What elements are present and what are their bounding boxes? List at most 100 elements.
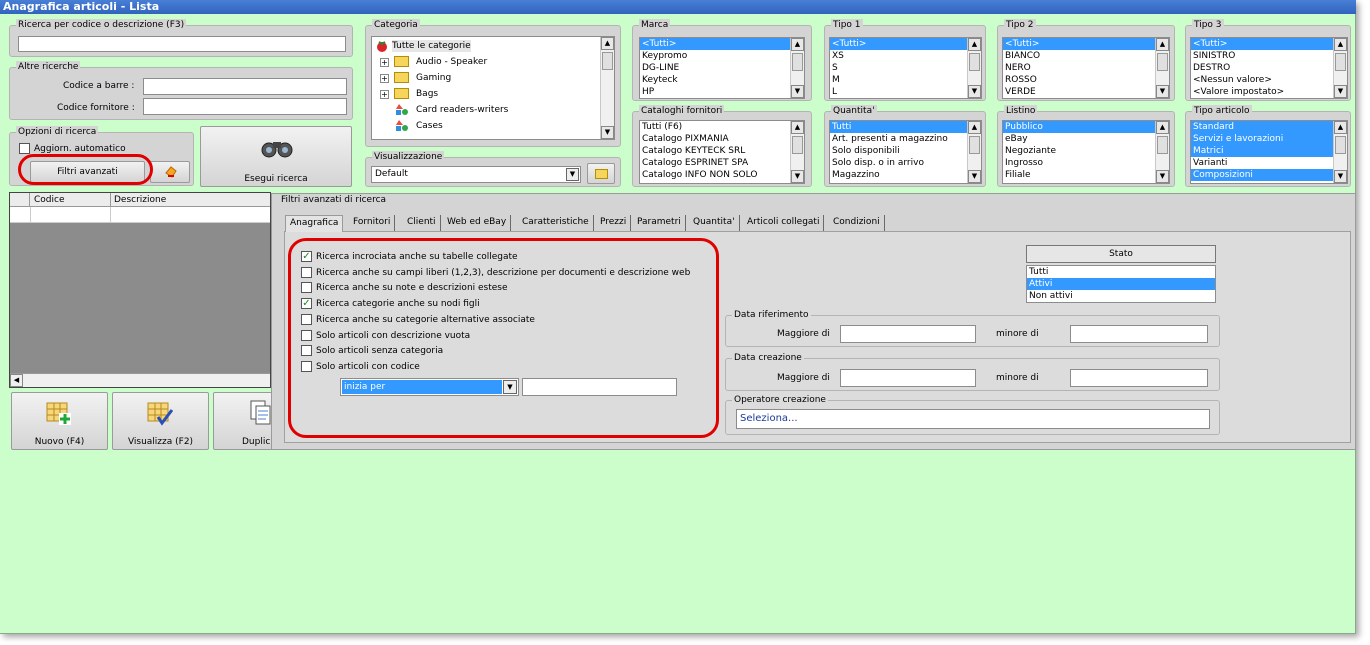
- quantity-list[interactable]: Tutti Art. presenti a magazzino Solo dispo…: [829, 120, 982, 184]
- scroll-down-icon[interactable]: ▼: [1156, 170, 1169, 183]
- tab-quantita[interactable]: Quantita': [689, 215, 740, 231]
- scroll-up-icon[interactable]: ▲: [1156, 38, 1169, 51]
- tab-caratteristiche[interactable]: Caratteristiche: [518, 215, 594, 231]
- table-row[interactable]: [10, 207, 270, 223]
- list-item[interactable]: Ingrosso: [1003, 157, 1169, 169]
- scroll-left-icon[interactable]: ◀: [10, 374, 23, 387]
- category-item-card-readers[interactable]: Card readers-writers: [416, 104, 508, 116]
- scroll-up-icon[interactable]: ▲: [1334, 121, 1347, 134]
- category-item-gaming[interactable]: Gaming: [416, 72, 451, 84]
- tab-condizioni[interactable]: Condizioni: [829, 215, 885, 231]
- view-button[interactable]: Visualizza (F2): [112, 392, 209, 450]
- tab-parametri[interactable]: Parametri: [633, 215, 686, 231]
- list-item[interactable]: S: [830, 62, 981, 74]
- scroll-down-icon[interactable]: ▼: [968, 170, 981, 183]
- creation-date-to-input[interactable]: [1070, 369, 1208, 387]
- list-item[interactable]: DESTRO: [1191, 62, 1347, 74]
- scroll-down-icon[interactable]: ▼: [791, 85, 804, 98]
- scroll-down-icon[interactable]: ▼: [1156, 85, 1169, 98]
- barcode-input[interactable]: [143, 78, 347, 95]
- list-item[interactable]: NERO: [1003, 62, 1169, 74]
- items-grid[interactable]: Codice Descrizione ◀: [9, 192, 271, 388]
- view-select[interactable]: Default ▼: [371, 166, 581, 183]
- list-item[interactable]: <Tutti>: [1003, 38, 1169, 50]
- scroll-up-icon[interactable]: ▲: [1156, 121, 1169, 134]
- list-scrollbar[interactable]: ▲ ▼: [1333, 38, 1347, 98]
- brand-list[interactable]: <Tutti> Keypromo DG-LINE Keyteck HP ▲ ▼: [639, 37, 805, 99]
- supplier-code-input[interactable]: [143, 98, 347, 115]
- category-item-audio[interactable]: Audio - Speaker: [416, 56, 487, 68]
- reference-date-to-input[interactable]: [1070, 325, 1208, 343]
- list-item[interactable]: Tutti: [1027, 266, 1215, 278]
- scroll-down-icon[interactable]: ▼: [968, 85, 981, 98]
- list-item[interactable]: Non attivi: [1027, 290, 1215, 302]
- category-item-cases[interactable]: Cases: [416, 120, 443, 132]
- list-item[interactable]: eBay: [1003, 133, 1169, 145]
- chevron-down-icon[interactable]: ▼: [566, 168, 579, 181]
- list-item[interactable]: L: [830, 86, 981, 98]
- list-item[interactable]: Catalogo PIXMANIA: [640, 133, 804, 145]
- list-item[interactable]: <Valore impostato>: [1191, 86, 1347, 98]
- auto-update-checkbox[interactable]: [19, 143, 30, 154]
- list-item[interactable]: <Tutti>: [640, 38, 804, 50]
- list-item[interactable]: Solo disponibili: [830, 145, 981, 157]
- list-scrollbar[interactable]: ▲ ▼: [790, 121, 804, 183]
- list-item[interactable]: HP: [640, 86, 804, 98]
- list-item[interactable]: Art. presenti a magazzino: [830, 133, 981, 145]
- view-folder-button[interactable]: [587, 163, 615, 184]
- list-item[interactable]: Solo disp. o in arrivo: [830, 157, 981, 169]
- list-item[interactable]: <Nessun valore>: [1191, 74, 1347, 86]
- tab-articoli-collegati[interactable]: Articoli collegati: [743, 215, 825, 231]
- scroll-up-icon[interactable]: ▲: [791, 38, 804, 51]
- filter-reset-button[interactable]: [150, 161, 190, 183]
- reference-date-from-input[interactable]: [840, 325, 976, 343]
- list-scrollbar[interactable]: ▲ ▼: [1333, 121, 1347, 183]
- list-item[interactable]: ROSSO: [1003, 74, 1169, 86]
- list-item[interactable]: Pubblico: [1003, 121, 1169, 133]
- column-code[interactable]: Codice: [34, 194, 65, 206]
- category-item-bags[interactable]: Bags: [416, 88, 438, 100]
- tab-clienti[interactable]: Clienti: [403, 215, 441, 231]
- scroll-down-icon[interactable]: ▼: [601, 126, 614, 139]
- scroll-up-icon[interactable]: ▲: [601, 37, 614, 50]
- list-item[interactable]: Keypromo: [640, 50, 804, 62]
- column-description[interactable]: Descrizione: [114, 194, 166, 206]
- list-item[interactable]: XS: [830, 50, 981, 62]
- list-item[interactable]: Standard: [1191, 121, 1347, 133]
- scroll-down-icon[interactable]: ▼: [791, 170, 804, 183]
- tab-web-ebay[interactable]: Web ed eBay: [443, 215, 512, 231]
- item-type-list[interactable]: Standard Servizi e lavorazioni Matrici Vari…: [1190, 120, 1348, 184]
- list-item[interactable]: SINISTRO: [1191, 50, 1347, 62]
- list-item[interactable]: Catalogo ESPRINET SPA: [640, 157, 804, 169]
- list-scrollbar[interactable]: ▲ ▼: [967, 38, 981, 98]
- scroll-down-icon[interactable]: ▼: [1334, 85, 1347, 98]
- type1-list[interactable]: <Tutti> XS S M L ▲ ▼: [829, 37, 982, 99]
- list-item[interactable]: Keyteck: [640, 74, 804, 86]
- category-item-all[interactable]: Tutte le categorie: [392, 40, 471, 52]
- supplier-catalogs-list[interactable]: Tutti (F6) Catalogo PIXMANIA Catalogo KEYT…: [639, 120, 805, 184]
- list-item[interactable]: Tutti: [830, 121, 981, 133]
- list-item[interactable]: Matrici: [1191, 145, 1347, 157]
- expand-icon[interactable]: +: [380, 90, 389, 99]
- list-scrollbar[interactable]: ▲ ▼: [790, 38, 804, 98]
- list-item[interactable]: Magazzino: [830, 169, 981, 181]
- list-item[interactable]: Composizioni: [1191, 169, 1347, 181]
- run-search-button[interactable]: Esegui ricerca: [200, 126, 352, 187]
- list-item[interactable]: Catalogo KEYTECK SRL: [640, 145, 804, 157]
- list-item[interactable]: Attivi: [1027, 278, 1215, 290]
- list-item[interactable]: BIANCO: [1003, 50, 1169, 62]
- scroll-up-icon[interactable]: ▲: [968, 121, 981, 134]
- creation-date-from-input[interactable]: [840, 369, 976, 387]
- scroll-up-icon[interactable]: ▲: [968, 38, 981, 51]
- category-tree[interactable]: Tutte le categorie + Audio - Speaker + G…: [371, 36, 615, 140]
- list-item[interactable]: <Tutti>: [1191, 38, 1347, 50]
- list-scrollbar[interactable]: ▲ ▼: [967, 121, 981, 183]
- list-item[interactable]: M: [830, 74, 981, 86]
- list-item[interactable]: DG-LINE: [640, 62, 804, 74]
- grid-hscrollbar[interactable]: ◀: [10, 373, 270, 387]
- list-item[interactable]: Tutti (F6): [640, 121, 804, 133]
- list-item[interactable]: Varianti: [1191, 157, 1347, 169]
- list-item[interactable]: VERDE: [1003, 86, 1169, 98]
- type3-list[interactable]: <Tutti> SINISTRO DESTRO <Nessun valore> <Val…: [1190, 37, 1348, 99]
- search-input[interactable]: [18, 36, 346, 52]
